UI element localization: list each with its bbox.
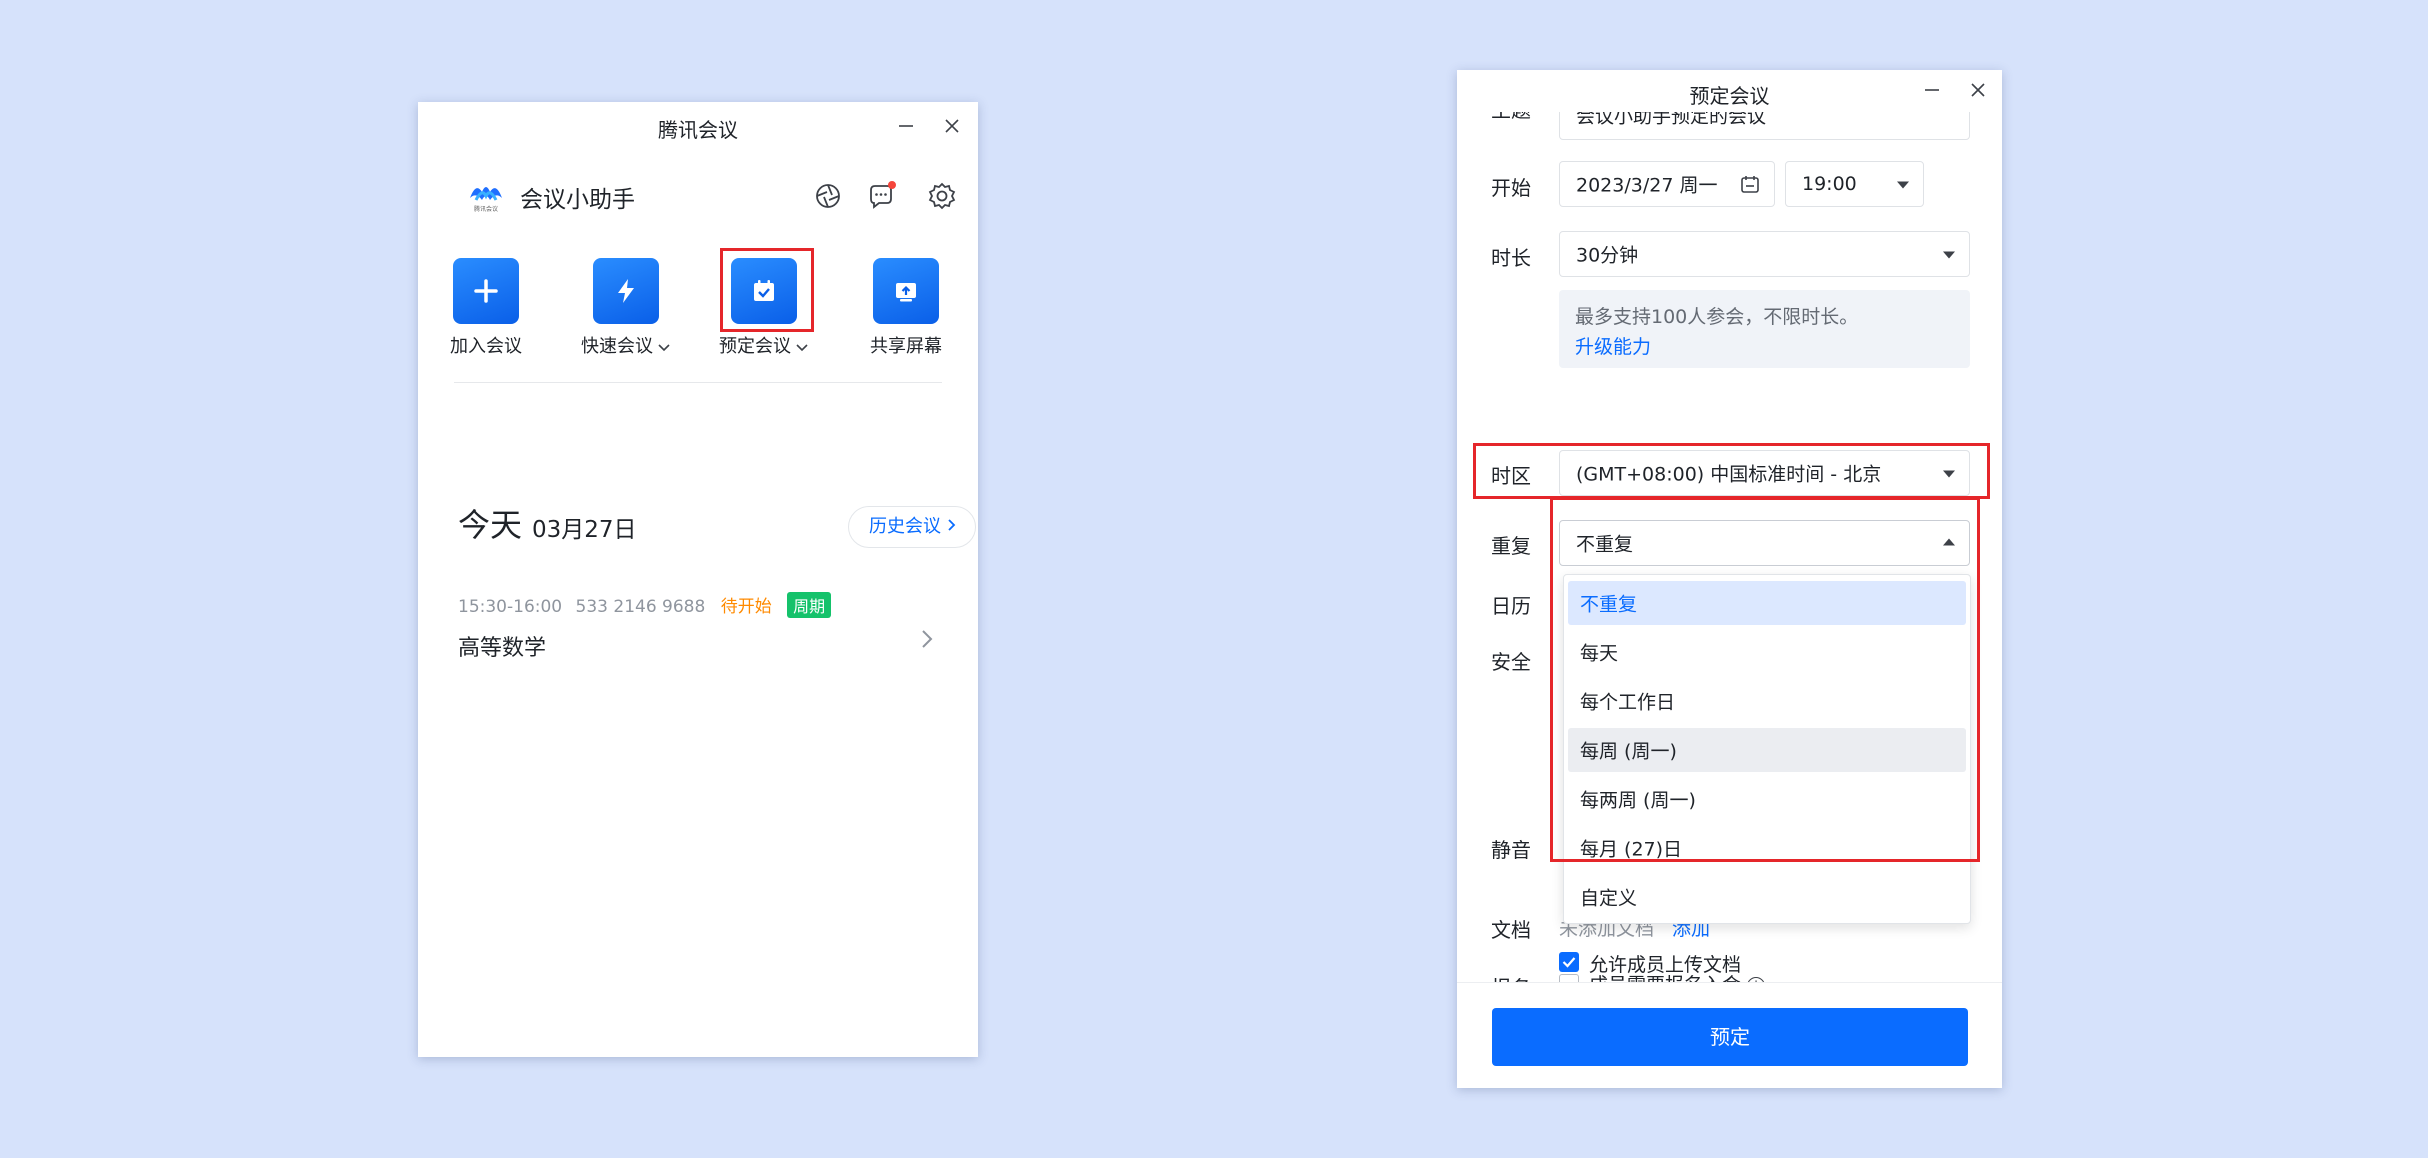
shutter-button[interactable] bbox=[810, 178, 846, 214]
account-header: 腾讯会议 会议小助手 bbox=[466, 172, 956, 222]
highlight-box-schedule bbox=[720, 248, 814, 332]
signup-checkbox[interactable] bbox=[1559, 974, 1579, 982]
share-screen-button[interactable] bbox=[873, 258, 939, 324]
minimize-icon bbox=[899, 125, 913, 127]
start-label: 开始 bbox=[1491, 176, 1531, 200]
schedule-meeting-label-row[interactable]: 预定会议 bbox=[704, 332, 824, 358]
mute-label: 静音 bbox=[1491, 838, 1531, 862]
calendar-icon bbox=[1741, 176, 1759, 193]
chevron-down-icon bbox=[795, 337, 809, 358]
quick-meeting-action[interactable]: 快速会议 bbox=[566, 252, 686, 358]
checkmark-icon bbox=[1562, 957, 1576, 968]
quick-meeting-label-row[interactable]: 快速会议 bbox=[566, 332, 686, 358]
schedule-meeting-label: 预定会议 bbox=[719, 336, 791, 357]
chevron-right-icon bbox=[920, 628, 934, 654]
highlight-box-repeat-options bbox=[1550, 497, 1980, 862]
close-button[interactable] bbox=[1962, 74, 1994, 106]
plus-icon bbox=[474, 279, 498, 303]
minimize-button[interactable] bbox=[1916, 74, 1948, 106]
title-bar: 腾讯会议 bbox=[418, 102, 978, 150]
duration-select[interactable]: 30分钟 bbox=[1559, 231, 1970, 277]
highlight-box-repeat bbox=[1473, 443, 1990, 499]
subject-input[interactable]: 会议小助手预定的会议 bbox=[1559, 112, 1970, 140]
meeting-meta: 15:30-16:00 533 2146 9688 待开始 周期 bbox=[458, 592, 832, 618]
close-icon bbox=[945, 119, 959, 133]
meeting-time: 15:30-16:00 bbox=[458, 597, 563, 617]
screen-share-icon bbox=[896, 283, 916, 302]
meeting-title: 高等数学 bbox=[458, 636, 547, 661]
meeting-list-item[interactable]: 15:30-16:00 533 2146 9688 待开始 周期 高等数学 bbox=[458, 588, 948, 668]
close-icon bbox=[1971, 83, 1985, 97]
schedule-submit-button[interactable]: 预定 bbox=[1492, 1008, 1968, 1066]
aperture-icon bbox=[816, 184, 840, 208]
today-date: 03月27日 bbox=[532, 517, 637, 543]
meeting-status: 待开始 bbox=[720, 597, 772, 617]
duration-label: 时长 bbox=[1491, 246, 1531, 270]
quick-actions: 加入会议 快速会议 预定会议 共享屏幕 bbox=[418, 252, 978, 362]
join-meeting-button[interactable] bbox=[453, 258, 519, 324]
close-button[interactable] bbox=[936, 110, 968, 142]
share-screen-action[interactable]: 共享屏幕 bbox=[846, 252, 966, 358]
allow-upload-checkbox[interactable] bbox=[1559, 952, 1579, 972]
start-date-picker[interactable]: 2023/3/27 周一 bbox=[1559, 161, 1775, 207]
chevron-right-icon bbox=[948, 519, 956, 531]
caret-down-icon bbox=[1897, 181, 1909, 189]
logo-caption: 腾讯会议 bbox=[473, 206, 498, 213]
start-time-select[interactable]: 19:00 bbox=[1785, 161, 1924, 207]
divider bbox=[454, 382, 942, 383]
plan-info-text: 最多支持100人参会，不限时长。 bbox=[1575, 306, 1859, 328]
title-bar: 预定会议 bbox=[1457, 70, 2002, 112]
today-heading: 今天 bbox=[458, 506, 523, 544]
username: 会议小助手 bbox=[520, 187, 635, 213]
lightning-icon bbox=[618, 279, 634, 303]
history-meetings-button[interactable]: 历史会议 bbox=[848, 506, 976, 548]
settings-button[interactable] bbox=[924, 178, 960, 214]
messages-button[interactable] bbox=[864, 178, 900, 214]
meeting-id: 533 2146 9688 bbox=[575, 597, 706, 617]
repeat-label: 重复 bbox=[1491, 534, 1531, 558]
calendar-label: 日历 bbox=[1491, 594, 1531, 618]
join-meeting-action[interactable]: 加入会议 bbox=[426, 252, 546, 358]
footer-divider bbox=[1457, 982, 2002, 983]
minimize-button[interactable] bbox=[890, 110, 922, 142]
minimize-icon bbox=[1925, 89, 1939, 91]
subject-label: 主题 bbox=[1491, 112, 1531, 123]
upgrade-link[interactable]: 升级能力 bbox=[1575, 332, 1651, 359]
history-meetings-label: 历史会议 bbox=[869, 516, 941, 537]
chat-bubble-icon bbox=[870, 181, 896, 209]
tencent-meeting-main-window: 腾讯会议 腾讯会议 会议小助手 加入会议 快速会议 预定会议 共享屏幕 今天 0… bbox=[418, 102, 978, 1057]
signup-label: 报名 bbox=[1491, 972, 1531, 982]
repeat-option-custom[interactable]: 自定义 bbox=[1568, 875, 1966, 919]
signup-label-text: 成员需要报名入会 i bbox=[1589, 970, 1766, 982]
share-screen-label: 共享屏幕 bbox=[870, 336, 942, 357]
quick-meeting-label: 快速会议 bbox=[581, 336, 653, 357]
docs-label: 文档 bbox=[1491, 918, 1531, 942]
gear-icon bbox=[928, 182, 956, 210]
security-label: 安全 bbox=[1491, 650, 1531, 674]
quick-meeting-button[interactable] bbox=[593, 258, 659, 324]
plan-info-box: 最多支持100人参会，不限时长。 升级能力 bbox=[1559, 290, 1970, 368]
chevron-down-icon bbox=[657, 337, 671, 358]
join-meeting-label: 加入会议 bbox=[450, 336, 522, 357]
recurring-badge: 周期 bbox=[787, 592, 832, 618]
caret-down-icon bbox=[1943, 251, 1955, 259]
